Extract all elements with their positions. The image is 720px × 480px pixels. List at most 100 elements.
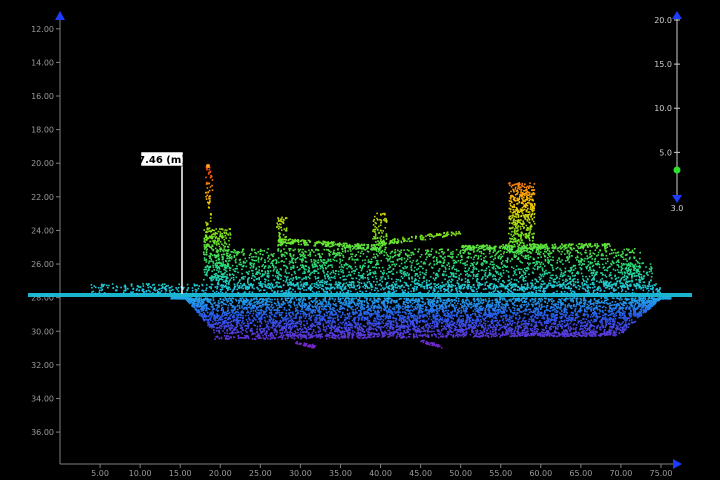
point-cloud-point <box>633 269 635 271</box>
point-cloud-point <box>457 282 460 285</box>
point-cloud-point <box>466 281 469 284</box>
point-cloud-point <box>618 266 620 268</box>
point-cloud-point <box>248 270 250 273</box>
point-cloud-point <box>484 323 487 325</box>
point-cloud-point <box>438 270 440 272</box>
point-cloud-point <box>438 252 440 255</box>
point-cloud-point <box>299 268 301 270</box>
point-cloud-point <box>224 235 227 237</box>
point-cloud-point <box>410 264 413 267</box>
point-cloud-point <box>515 183 517 186</box>
point-cloud-point <box>480 258 483 261</box>
point-cloud-point <box>589 252 592 255</box>
point-cloud-point <box>509 184 511 187</box>
point-cloud-point <box>458 317 460 319</box>
point-cloud-point <box>512 189 515 192</box>
point-cloud-point <box>558 280 560 283</box>
point-cloud-point <box>416 273 418 275</box>
point-cloud-point <box>623 263 625 265</box>
point-cloud-point <box>281 221 284 223</box>
point-cloud-point <box>343 245 345 247</box>
point-cloud-point <box>288 281 291 284</box>
point-cloud-point <box>319 283 322 286</box>
point-cloud-point <box>475 246 477 249</box>
point-cloud-viewer[interactable]: 12.0014.0016.0018.0020.0022.0024.0026.00… <box>0 0 720 480</box>
point-cloud-point <box>284 251 286 254</box>
point-cloud-point <box>360 282 363 284</box>
point-cloud-point <box>346 267 348 270</box>
point-cloud-point <box>383 269 385 272</box>
point-cloud-point <box>240 282 242 285</box>
point-cloud-point <box>279 220 282 222</box>
point-cloud-point <box>450 251 452 254</box>
point-cloud-point <box>555 274 557 277</box>
point-cloud-point <box>303 243 306 246</box>
point-cloud-point <box>296 240 299 243</box>
point-cloud-point <box>438 314 440 317</box>
point-cloud-point <box>512 251 514 254</box>
point-cloud-point <box>258 266 260 268</box>
point-cloud-point <box>507 271 510 273</box>
point-cloud-point <box>606 257 609 260</box>
point-cloud-point <box>272 270 275 272</box>
point-cloud-point <box>347 274 350 276</box>
point-cloud-point <box>643 270 645 273</box>
point-cloud-point <box>277 224 279 226</box>
point-cloud-point <box>447 276 450 278</box>
point-cloud-point <box>333 275 336 278</box>
point-cloud-point <box>203 253 206 256</box>
point-cloud-point <box>573 278 576 280</box>
point-cloud-point <box>405 267 407 269</box>
point-cloud-point <box>449 271 452 274</box>
point-cloud-point <box>292 262 294 264</box>
point-cloud-point <box>529 222 531 224</box>
point-cloud-point <box>337 248 339 251</box>
point-cloud-point <box>406 272 409 274</box>
point-cloud-point <box>457 260 460 262</box>
point-cloud-point <box>421 282 424 284</box>
point-cloud-point <box>276 226 278 228</box>
point-cloud-point <box>514 233 517 235</box>
y-tick-label: 26.00 <box>31 260 54 269</box>
point-cloud-point <box>556 262 558 264</box>
point-cloud-point <box>387 258 389 260</box>
point-cloud-point <box>391 256 394 259</box>
point-cloud-point <box>448 279 450 282</box>
point-cloud-point <box>511 257 513 260</box>
point-cloud-point <box>564 285 567 288</box>
point-cloud-point <box>205 198 208 200</box>
point-cloud-point <box>263 250 265 252</box>
point-cloud-point <box>329 273 332 275</box>
point-cloud-point <box>416 283 419 285</box>
point-cloud-point <box>284 241 286 243</box>
point-cloud-point <box>454 285 456 287</box>
point-cloud-point <box>589 262 591 265</box>
point-cloud-point <box>522 221 525 224</box>
point-cloud-point <box>222 276 225 278</box>
point-cloud-point <box>525 191 527 193</box>
point-cloud-point <box>452 250 454 253</box>
point-cloud-point <box>378 225 380 228</box>
point-cloud-point <box>248 256 251 259</box>
point-cloud-point <box>210 277 212 280</box>
point-cloud-point <box>376 236 379 239</box>
point-cloud-point <box>391 263 393 266</box>
point-cloud-point <box>322 240 324 243</box>
point-cloud-point <box>216 254 218 257</box>
point-cloud-point <box>519 252 522 255</box>
point-cloud-point <box>377 250 380 253</box>
point-cloud-point <box>516 279 518 281</box>
point-cloud-point <box>635 270 638 273</box>
point-cloud-point <box>257 314 259 316</box>
point-cloud-point <box>599 249 602 252</box>
point-cloud-point <box>599 279 602 281</box>
point-cloud-point <box>267 255 270 257</box>
point-cloud-point <box>373 266 376 268</box>
point-cloud-point <box>311 264 314 267</box>
point-cloud-point <box>455 233 457 235</box>
point-cloud-point <box>414 285 416 288</box>
point-cloud-point <box>492 258 495 261</box>
point-cloud-point <box>566 306 569 308</box>
point-cloud-point <box>372 220 375 222</box>
point-cloud-point <box>205 224 208 227</box>
